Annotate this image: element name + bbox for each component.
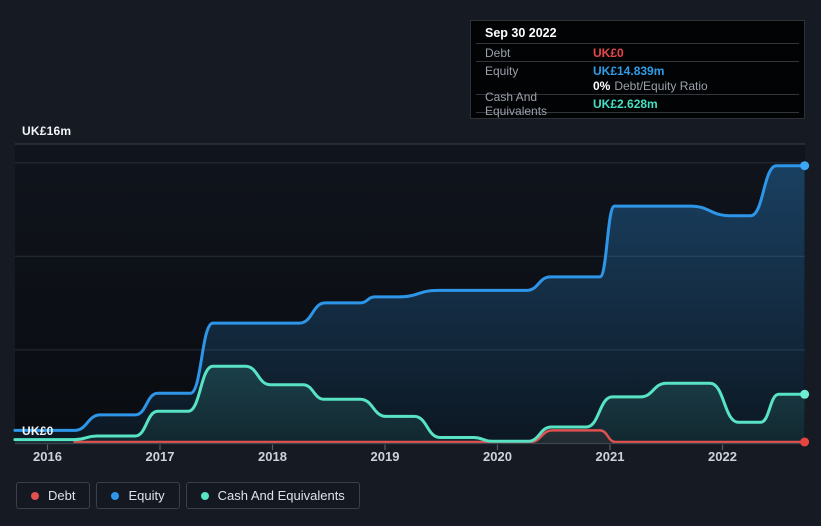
tooltip-debt-label: Debt <box>485 45 511 60</box>
legend-debt-label: Debt <box>48 488 76 503</box>
equity-dot-icon <box>111 491 120 500</box>
tooltip-cash-row: Cash And Equivalents UK£2.628m <box>476 90 799 118</box>
tooltip-debt-value: UK£0 <box>593 45 624 60</box>
legend-item-cash[interactable]: Cash And Equivalents <box>185 482 360 509</box>
y-axis-max-label: UK£16m <box>22 124 72 138</box>
tooltip-ratio-label: Debt/Equity Ratio <box>614 78 708 93</box>
x-tick-label: 2016 <box>33 449 62 464</box>
x-tick-label: 2020 <box>483 449 512 464</box>
tooltip-date: Sep 30 2022 <box>476 21 799 44</box>
chart-tooltip: Sep 30 2022 Debt UK£0 Equity UK£14.839m … <box>470 20 805 119</box>
legend-cash-label: Cash And Equivalents <box>217 488 345 503</box>
marker-cash-and-equivalents <box>800 389 810 399</box>
marker-debt <box>800 437 810 447</box>
x-tick-label: 2017 <box>146 449 175 464</box>
marker-equity <box>800 161 810 171</box>
legend-item-equity[interactable]: Equity <box>96 482 180 509</box>
tooltip-ratio-value: 0% <box>593 78 611 93</box>
tooltip-equity-row: Equity UK£14.839m <box>476 63 799 78</box>
debt-dot-icon <box>31 491 39 500</box>
x-tick-label: 2021 <box>596 449 625 464</box>
y-axis-zero-label: UK£0 <box>22 424 54 438</box>
legend-equity-label: Equity <box>128 488 165 503</box>
tooltip-cash-label: Cash And Equivalents <box>485 89 548 118</box>
x-tick-label: 2022 <box>708 449 737 464</box>
x-tick-label: 2018 <box>258 449 287 464</box>
tooltip-equity-value: UK£14.839m <box>593 63 665 78</box>
tooltip-debt-row: Debt UK£0 <box>476 44 799 62</box>
cash-dot-icon <box>200 491 209 500</box>
chart-legend: Debt Equity Cash And Equivalents <box>16 482 360 509</box>
tooltip-cash-value: UK£2.628m <box>593 96 658 111</box>
tooltip-equity-label: Equity <box>485 63 519 78</box>
x-tick-label: 2019 <box>371 449 400 464</box>
debt-equity-history-chart: 2016 2017 2018 2019 2020 2021 2022 UK£16m UK£0… <box>0 0 821 526</box>
legend-item-debt[interactable]: Debt <box>16 482 91 509</box>
